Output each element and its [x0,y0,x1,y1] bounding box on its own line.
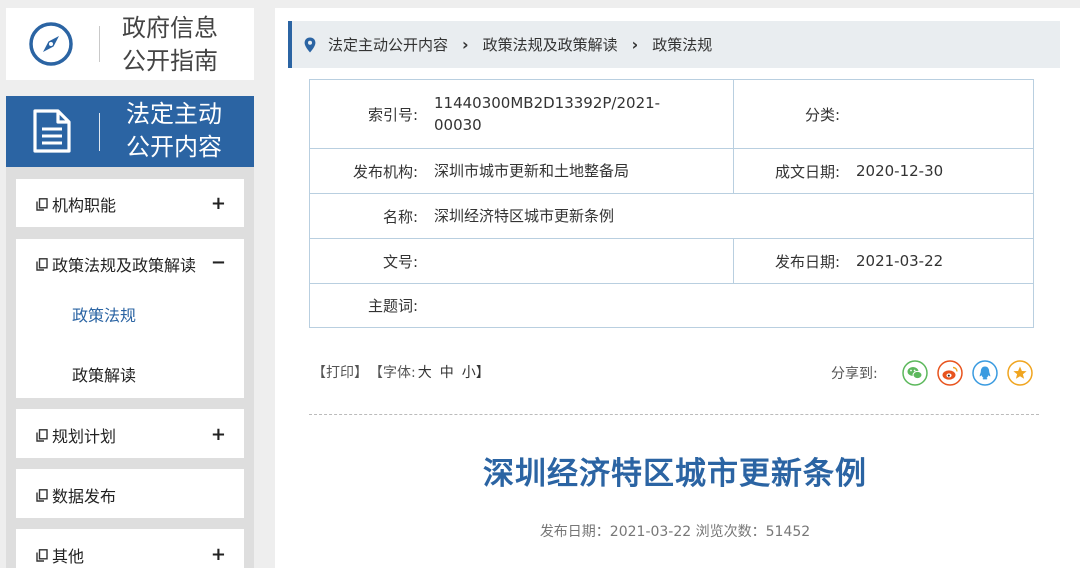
disclosure-guide-card[interactable]: 政府信息 公开指南 [6,8,254,80]
copy-icon [36,548,48,562]
sidebar-item-head: 其他 [36,543,84,567]
keywords-label: 主题词: [367,297,418,315]
copy-icon [36,428,48,442]
name-label: 名称: [382,207,418,226]
sidebar-nav: 机构职能 + 政策法规及政策解读 − 政策法规 政策解读 规划计划 + 数据发布… [6,167,254,568]
compass-icon [29,22,73,66]
weibo-share-icon[interactable] [937,360,963,386]
sidebar-item-head: 数据发布 [36,483,116,507]
expand-icon[interactable]: + [211,544,226,565]
sidebar-item-head: 机构职能 [36,192,116,216]
sidebar-item-head: 政策法规及政策解读 [36,252,196,276]
meta-row: 文号: 发布日期: 2021-03-22 [310,238,1033,283]
expand-icon[interactable]: + [211,193,226,214]
category-label: 分类: [804,105,840,124]
share-label: 分享到: [831,366,878,382]
written-date-value: 2020-12-30 [856,162,944,180]
sidebar-item-label: 政策法规及政策解读 [52,256,197,275]
font-size-label: 【字体: [376,365,416,381]
active-title-line2: 公开内容 [126,133,222,161]
breadcrumb: 法定主动公开内容 › 政策法规及政策解读 › 政策法规 [288,21,1060,68]
guide-title-line2: 公开指南 [122,47,218,75]
document-meta-table: 索引号: 11440300MB2D13392P/2021-00030 分类: 发… [309,79,1034,328]
sidebar-item-planning[interactable]: 规划计划 + [16,409,244,458]
org-label: 发布机构: [352,162,418,181]
chevron-right-icon: › [462,35,469,54]
sidebar-subitem-policy-interpretation[interactable]: 政策解读 [72,362,136,386]
meta-row: 名称: 深圳经济特区城市更新条例 [310,193,1033,238]
meta-row: 主题词: [310,283,1033,327]
sidebar-item-label: 其他 [52,547,85,566]
collapse-icon[interactable]: − [211,252,226,273]
document-icon [33,109,71,153]
breadcrumb-item-active-disclosure[interactable]: 法定主动公开内容 [328,34,448,55]
copy-icon [36,257,48,271]
doc-number-label: 文号: [382,252,418,271]
keywords-value [420,284,434,327]
font-medium-button[interactable]: 中 [440,365,454,381]
index-label: 索引号: [367,105,418,124]
doc-number-value [420,239,434,283]
index-value: 11440300MB2D13392P/2021-00030 [434,94,661,134]
print-button[interactable]: 【打印】 [312,365,368,381]
active-disclosure-title: 法定主动 公开内容 [126,98,222,164]
sidebar-subitem-policy-regulations[interactable]: 政策法规 [72,302,136,326]
name-value: 深圳经济特区城市更新条例 [434,207,615,225]
sidebar-item-institution[interactable]: 机构职能 + [16,179,244,227]
divider [99,113,100,151]
expand-icon[interactable]: + [211,424,226,445]
copy-icon [36,197,48,211]
sidebar-item-other[interactable]: 其他 + [16,529,244,568]
publish-date-label: 发布日期: [774,252,840,271]
sidebar-item-label: 规划计划 [52,427,117,446]
sidebar-item-label: 机构职能 [52,196,117,215]
guide-title: 政府信息 公开指南 [122,12,218,78]
publish-date-value: 2021-03-22 [856,252,944,270]
org-value: 深圳市城市更新和土地整备局 [434,162,630,180]
page-tools: 【打印】 【字体: 大中小】 [312,362,498,382]
main-content: 法定主动公开内容 › 政策法规及政策解读 › 政策法规 索引号: 1144030… [275,8,1080,568]
sidebar-item-data[interactable]: 数据发布 [16,469,244,518]
category-value [842,80,856,148]
breadcrumb-item-policy[interactable]: 政策法规及政策解读 [483,34,618,55]
breadcrumb-item-regulations[interactable]: 政策法规 [652,34,712,55]
guide-title-line1: 政府信息 [122,14,218,42]
location-pin-icon [304,37,316,52]
active-disclosure-card[interactable]: 法定主动 公开内容 [6,96,254,167]
chevron-right-icon: › [631,35,639,54]
written-date-label: 成文日期: [774,162,840,181]
divider [309,414,1039,415]
qq-share-icon[interactable] [972,360,998,386]
active-title-line1: 法定主动 [126,100,222,128]
sidebar-item-label: 数据发布 [52,487,117,506]
divider [99,26,100,62]
sidebar-item-policy[interactable]: 政策法规及政策解读 − 政策法规 政策解读 [16,239,244,398]
font-small-button[interactable]: 小】 [462,365,490,381]
copy-icon [36,488,48,502]
wechat-share-icon[interactable] [902,360,928,386]
article-publish-info: 发布日期：2021-03-22 浏览次数：51452 [539,524,811,540]
font-large-button[interactable]: 大 [418,365,432,381]
article-title: 深圳经济特区城市更新条例 [483,456,867,492]
meta-row: 发布机构: 深圳市城市更新和土地整备局 成文日期: 2020-12-30 [310,148,1033,193]
sidebar-item-head: 规划计划 [36,423,116,447]
meta-row: 索引号: 11440300MB2D13392P/2021-00030 分类: [310,80,1033,148]
left-sidebar: 政府信息 公开指南 法定主动 公开内容 机构职能 + 政策法规及政策解读 − 政… [6,0,254,568]
favorite-star-icon[interactable] [1007,360,1033,386]
